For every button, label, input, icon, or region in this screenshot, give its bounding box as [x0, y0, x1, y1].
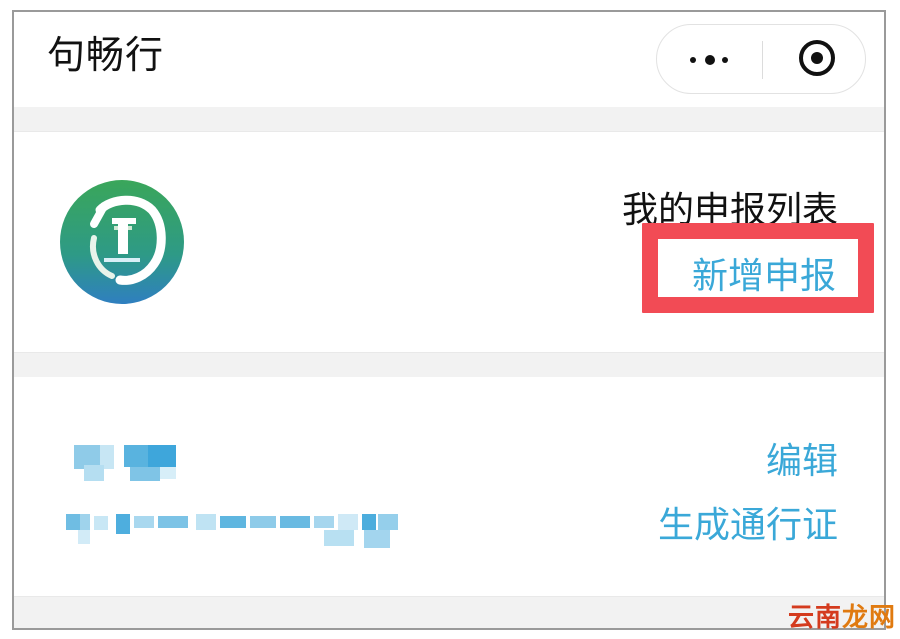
more-dots-icon: [690, 55, 730, 65]
blurred-id-number: [64, 502, 404, 552]
top-navbar: 句畅行: [14, 12, 884, 107]
report-list-title: 我的申报列表: [621, 190, 838, 231]
more-button[interactable]: [657, 25, 761, 93]
app-frame: 句畅行 我的申报列表 新增申报 编辑 生成通行证: [12, 10, 886, 630]
section-separator: [14, 352, 884, 378]
generate-pass-button[interactable]: 生成通行证: [658, 501, 838, 551]
target-icon: [799, 40, 835, 76]
edit-button[interactable]: 编辑: [766, 437, 838, 487]
section-separator: [14, 107, 884, 132]
site-watermark: 云南龙网: [787, 603, 896, 633]
add-report-button[interactable]: 新增申报: [689, 252, 838, 302]
header-card: 我的申报列表 新增申报: [14, 132, 884, 352]
close-button[interactable]: [763, 25, 865, 93]
menu-capsule: [656, 24, 866, 94]
app-logo-icon: [60, 180, 184, 304]
app-title: 句畅行: [47, 33, 165, 77]
section-separator: [14, 596, 884, 628]
record-card: 编辑 生成通行证: [14, 377, 884, 596]
blurred-name: [64, 437, 184, 483]
